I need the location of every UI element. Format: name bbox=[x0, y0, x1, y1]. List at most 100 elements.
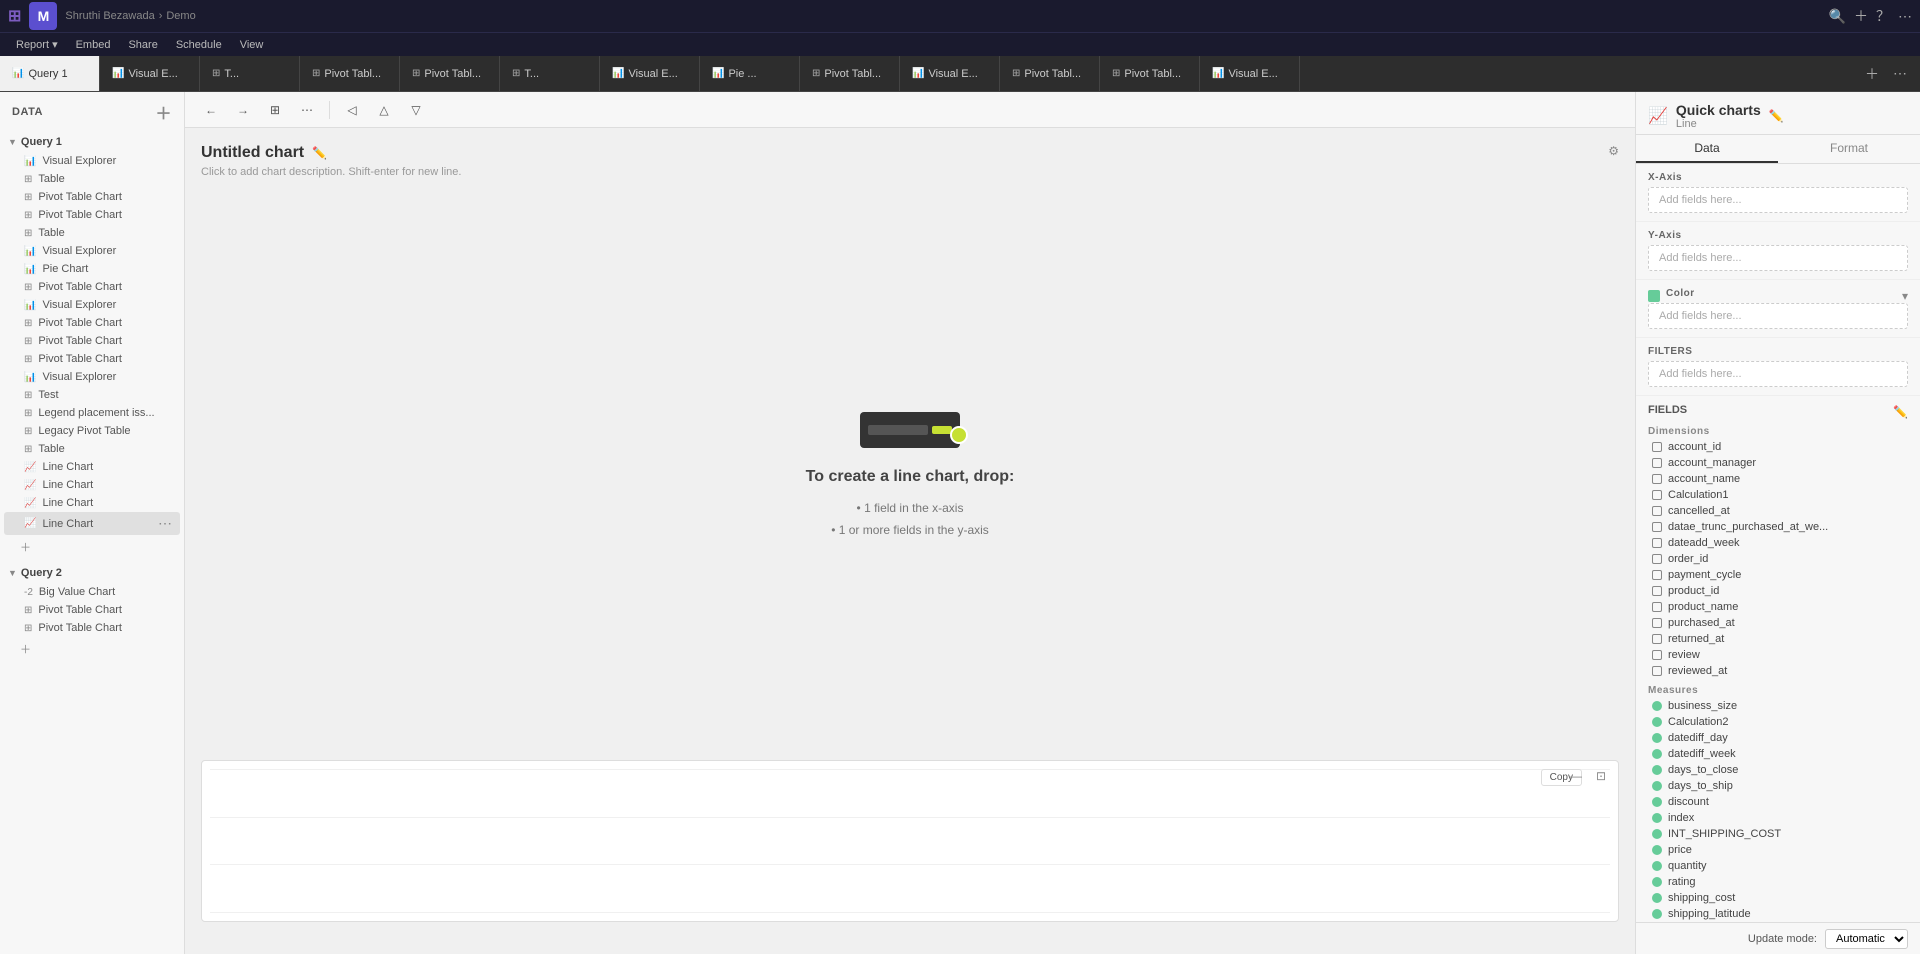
sidebar-item-table-2[interactable]: ⊞ Table bbox=[4, 224, 180, 242]
nav-forward-button[interactable]: → bbox=[229, 98, 257, 122]
sidebar-item-big-value[interactable]: -2 Big Value Chart bbox=[4, 583, 180, 601]
tab-table2[interactable]: ⊞ T... bbox=[500, 56, 600, 92]
sidebar-item-visual-explorer-2[interactable]: 📊 Visual Explorer bbox=[4, 242, 180, 260]
align-left-button[interactable]: ◁ bbox=[338, 98, 366, 122]
field-days-to-ship[interactable]: days_to_ship bbox=[1648, 778, 1908, 794]
sidebar-item-visual-explorer-1[interactable]: 📊 Visual Explorer bbox=[4, 152, 180, 170]
menu-share[interactable]: Share bbox=[120, 37, 165, 53]
sidebar-item-pie-chart[interactable]: 📊 Pie Chart bbox=[4, 260, 180, 278]
color-chevron[interactable]: ▾ bbox=[1902, 289, 1908, 303]
field-order-id[interactable]: order_id bbox=[1648, 551, 1908, 567]
field-cancelled-at[interactable]: cancelled_at bbox=[1648, 503, 1908, 519]
field-int-shipping-cost[interactable]: INT_SHIPPING_COST bbox=[1648, 826, 1908, 842]
field-payment-cycle[interactable]: payment_cycle bbox=[1648, 567, 1908, 583]
sidebar-item-table-3[interactable]: ⊞ Table bbox=[4, 440, 180, 458]
add-item-button[interactable]: ＋ bbox=[155, 100, 172, 124]
field-returned-at[interactable]: returned_at bbox=[1648, 631, 1908, 647]
sidebar-item-legend[interactable]: ⊞ Legend placement iss... bbox=[4, 404, 180, 422]
sidebar-item-pivot-chart-8[interactable]: ⊞ Pivot Table Chart bbox=[4, 619, 180, 637]
field-business-size[interactable]: business_size bbox=[1648, 698, 1908, 714]
field-days-to-close[interactable]: days_to_close bbox=[1648, 762, 1908, 778]
tab-pie1[interactable]: 📊 Pie ... bbox=[700, 56, 800, 92]
tab-more-button[interactable]: ⋯ bbox=[1888, 62, 1912, 86]
tab-pivot1[interactable]: ⊞ Pivot Tabl... bbox=[300, 56, 400, 92]
field-account-manager[interactable]: account_manager bbox=[1648, 455, 1908, 471]
sidebar-item-pivot-chart-6[interactable]: ⊞ Pivot Table Chart bbox=[4, 350, 180, 368]
add-chart-button[interactable]: ＋ bbox=[0, 535, 184, 559]
update-mode-select[interactable]: Automatic bbox=[1825, 929, 1908, 949]
color-drop-zone[interactable]: Add fields here... bbox=[1648, 303, 1908, 329]
tab-query1[interactable]: 📊 Query 1 bbox=[0, 56, 100, 92]
tab-visual1[interactable]: 📊 Visual E... bbox=[100, 56, 200, 92]
chart-expand-button[interactable]: ⊡ bbox=[1596, 769, 1606, 783]
sidebar-item-more[interactable]: ⋯ bbox=[158, 515, 172, 532]
sidebar-item-pivot-chart-3[interactable]: ⊞ Pivot Table Chart bbox=[4, 278, 180, 296]
tab-pivot3[interactable]: ⊞ Pivot Tabl... bbox=[800, 56, 900, 92]
sidebar-item-line-chart-3[interactable]: 📈 Line Chart bbox=[4, 494, 180, 512]
tab-visual3[interactable]: 📊 Visual E... bbox=[900, 56, 1000, 92]
search-icon[interactable]: 🔍 bbox=[1829, 8, 1846, 25]
field-product-name[interactable]: product_name bbox=[1648, 599, 1908, 615]
sidebar-query2[interactable]: ▼ Query 2 bbox=[0, 563, 184, 583]
field-index[interactable]: index bbox=[1648, 810, 1908, 826]
sidebar-item-legacy-pivot[interactable]: ⊞ Legacy Pivot Table bbox=[4, 422, 180, 440]
tab-visual2[interactable]: 📊 Visual E... bbox=[600, 56, 700, 92]
field-calculation2[interactable]: Calculation2 bbox=[1648, 714, 1908, 730]
chart-settings-icon[interactable]: ⚙ bbox=[1608, 144, 1619, 158]
tab-pivot2[interactable]: ⊞ Pivot Tabl... bbox=[400, 56, 500, 92]
sidebar-item-pivot-chart-2[interactable]: ⊞ Pivot Table Chart bbox=[4, 206, 180, 224]
field-calculation1[interactable]: Calculation1 bbox=[1648, 487, 1908, 503]
menu-embed[interactable]: Embed bbox=[68, 37, 119, 53]
tab-pivot4[interactable]: ⊞ Pivot Tabl... bbox=[1000, 56, 1100, 92]
x-axis-drop-zone[interactable]: Add fields here... bbox=[1648, 187, 1908, 213]
more-icon[interactable]: ⋯ bbox=[1898, 8, 1912, 25]
field-datediff-week[interactable]: datediff_week bbox=[1648, 746, 1908, 762]
filters-drop-zone[interactable]: Add fields here... bbox=[1648, 361, 1908, 387]
field-price[interactable]: price bbox=[1648, 842, 1908, 858]
sidebar-item-line-chart-2[interactable]: 📈 Line Chart bbox=[4, 476, 180, 494]
field-purchased-at[interactable]: purchased_at bbox=[1648, 615, 1908, 631]
help-icon[interactable]: ？ bbox=[1876, 6, 1890, 26]
field-shipping-latitude[interactable]: shipping_latitude bbox=[1648, 906, 1908, 922]
tab-data[interactable]: Data bbox=[1636, 135, 1778, 163]
sidebar-item-visual-explorer-3[interactable]: 📊 Visual Explorer bbox=[4, 296, 180, 314]
sidebar-item-line-chart-1[interactable]: 📈 Line Chart bbox=[4, 458, 180, 476]
field-account-name[interactable]: account_name bbox=[1648, 471, 1908, 487]
field-rating[interactable]: rating bbox=[1648, 874, 1908, 890]
fields-edit-icon[interactable]: ✏️ bbox=[1893, 405, 1908, 419]
align-up-button[interactable]: △ bbox=[370, 98, 398, 122]
field-quantity[interactable]: quantity bbox=[1648, 858, 1908, 874]
y-axis-drop-zone[interactable]: Add fields here... bbox=[1648, 245, 1908, 271]
sidebar-item-test[interactable]: ⊞ Test bbox=[4, 386, 180, 404]
sidebar-item-pivot-chart-1[interactable]: ⊞ Pivot Table Chart bbox=[4, 188, 180, 206]
menu-report[interactable]: Report ▾ bbox=[8, 36, 66, 53]
sidebar-item-pivot-chart-5[interactable]: ⊞ Pivot Table Chart bbox=[4, 332, 180, 350]
align-down-button[interactable]: ▽ bbox=[402, 98, 430, 122]
field-review[interactable]: review bbox=[1648, 647, 1908, 663]
add-chart-button-2[interactable]: ＋ bbox=[0, 637, 184, 661]
field-datae-trunc[interactable]: datae_trunc_purchased_at_we... bbox=[1648, 519, 1908, 535]
tab-table1[interactable]: ⊞ T... bbox=[200, 56, 300, 92]
tab-visual4[interactable]: 📊 Visual E... bbox=[1200, 56, 1300, 92]
tab-format[interactable]: Format bbox=[1778, 135, 1920, 163]
field-product-id[interactable]: product_id bbox=[1648, 583, 1908, 599]
field-reviewed-at[interactable]: reviewed_at bbox=[1648, 663, 1908, 679]
tab-pivot5[interactable]: ⊞ Pivot Tabl... bbox=[1100, 56, 1200, 92]
chart-edit-icon[interactable]: ✏️ bbox=[312, 146, 327, 160]
nav-back-button[interactable]: ← bbox=[197, 98, 225, 122]
sidebar-item-pivot-chart-7[interactable]: ⊞ Pivot Table Chart bbox=[4, 601, 180, 619]
plus-icon[interactable]: ＋ bbox=[1854, 6, 1868, 26]
field-discount[interactable]: discount bbox=[1648, 794, 1908, 810]
layout-button[interactable]: ⊞ bbox=[261, 98, 289, 122]
sidebar-item-table-1[interactable]: ⊞ Table bbox=[4, 170, 180, 188]
menu-schedule[interactable]: Schedule bbox=[168, 37, 230, 53]
sidebar-item-visual-explorer-4[interactable]: 📊 Visual Explorer bbox=[4, 368, 180, 386]
field-dateadd-week[interactable]: dateadd_week bbox=[1648, 535, 1908, 551]
add-tab-button[interactable]: ＋ bbox=[1860, 62, 1884, 86]
menu-view[interactable]: View bbox=[232, 37, 272, 53]
chart-minimize-button[interactable]: — bbox=[1570, 769, 1582, 783]
field-account-id[interactable]: account_id bbox=[1648, 439, 1908, 455]
sidebar-query1[interactable]: ▼ Query 1 bbox=[0, 132, 184, 152]
chart-description[interactable]: Click to add chart description. Shift-en… bbox=[201, 166, 1608, 178]
sidebar-item-pivot-chart-4[interactable]: ⊞ Pivot Table Chart bbox=[4, 314, 180, 332]
